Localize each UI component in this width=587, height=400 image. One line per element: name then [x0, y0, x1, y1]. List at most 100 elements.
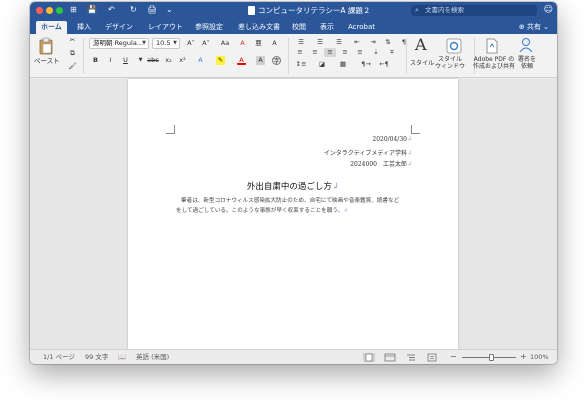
font-size-select[interactable]: 10.5 ▼ [152, 38, 180, 49]
highlight-icon[interactable]: ✎ [216, 56, 225, 65]
ltr-icon[interactable]: ¶→ [360, 60, 372, 69]
save-icon[interactable]: 💾 [87, 5, 97, 15]
bullets-icon[interactable]: ☰ [294, 38, 308, 47]
bold-icon[interactable]: B [91, 56, 100, 65]
tab-references[interactable]: 参照設定 [190, 21, 228, 34]
search-icon: ⌕ [415, 6, 419, 14]
numbering-icon[interactable]: ☰ [313, 38, 327, 47]
zoom-in-button[interactable]: + [520, 352, 527, 361]
clear-formatting-icon[interactable]: A [238, 39, 247, 48]
align-center-icon[interactable]: ≡ [309, 48, 321, 57]
styles-button-label[interactable]: スタイル [410, 60, 434, 67]
decrease-indent-icon[interactable]: ⇤ [351, 38, 363, 47]
change-case-icon[interactable]: Aa [218, 39, 232, 48]
borders-icon[interactable]: ▦ [336, 60, 350, 69]
character-border-icon[interactable]: A [270, 39, 279, 48]
phonetic-guide-icon[interactable]: 亜 [254, 39, 263, 48]
adobe-pdf-icon[interactable] [485, 38, 499, 54]
line-spacing-icon[interactable]: ↕≡ [294, 60, 308, 69]
show-marks-icon[interactable]: ¶ [398, 38, 410, 47]
tab-mailings[interactable]: 差し込み文書 [233, 21, 285, 34]
undo-icon[interactable]: ↶ [108, 5, 115, 15]
outline-view-icon[interactable] [405, 353, 417, 362]
title-bar: ⊞ 💾 ↶ ↻ 🖨 ⌄ コンピュータリテラシーA 課題２ ⌕ 文書内を検索 ☺ [30, 2, 557, 19]
sidebar-toggle-icon[interactable]: ⊞ [70, 5, 77, 15]
request-signature-label[interactable]: 署名を 依頼 [518, 56, 536, 70]
document-department: インタラクティブメディア学科↲ [323, 150, 412, 157]
maximize-window-button[interactable] [56, 7, 63, 14]
tab-view[interactable]: 表示 [315, 21, 339, 34]
redo-icon[interactable]: ↻ [130, 5, 137, 15]
align-right-icon[interactable]: ≡ [324, 48, 336, 57]
asian-layout-icon[interactable]: ⌗ [386, 48, 398, 57]
zoom-level[interactable]: 100% [530, 353, 549, 362]
tab-insert[interactable]: 挿入 [72, 21, 96, 34]
strikethrough-icon[interactable]: abc [146, 56, 160, 65]
chevron-down-icon[interactable]: ▼ [136, 56, 145, 65]
close-window-button[interactable] [36, 7, 43, 14]
grow-font-icon[interactable]: A˄ [185, 39, 197, 48]
zoom-slider-thumb[interactable] [488, 354, 494, 361]
subscript-icon[interactable]: x₂ [164, 56, 173, 65]
align-left-icon[interactable]: ≡ [294, 48, 306, 57]
increase-indent-icon[interactable]: ⇥ [367, 38, 379, 47]
proofing-icon[interactable]: 📖 [118, 353, 126, 362]
word-count[interactable]: 99 文字 [85, 353, 108, 362]
zoom-slider[interactable] [462, 354, 516, 361]
web-layout-view-icon[interactable] [384, 353, 396, 362]
status-bar: 1/1 ページ 99 文字 📖 英語 (米国) − + 100% [30, 349, 557, 364]
tab-layout[interactable]: レイアウト [143, 21, 188, 34]
font-name-select[interactable]: 游明朝 Regula... ▼ [89, 38, 149, 49]
tab-design[interactable]: デザイン [100, 21, 138, 34]
tab-home[interactable]: ホーム [36, 21, 67, 34]
shading-icon[interactable]: ◪ [315, 60, 329, 69]
enclosed-character-icon[interactable]: 字 [272, 56, 281, 65]
paste-button-label[interactable]: ペースト [34, 57, 60, 66]
print-layout-view-icon[interactable] [363, 353, 375, 362]
document-icon [248, 6, 255, 15]
cut-icon[interactable]: ✂ [68, 36, 77, 45]
minimize-window-button[interactable] [46, 7, 53, 14]
search-input[interactable]: ⌕ 文書内を検索 [411, 5, 537, 16]
character-shading-icon[interactable]: A [256, 56, 265, 65]
ribbon-home: ペースト ✂ ⧉ 🖌 游明朝 Regula... ▼ 10.5 ▼ A˄ A˅ Aa… [30, 34, 557, 78]
page-count[interactable]: 1/1 ページ [43, 353, 75, 362]
request-signature-icon[interactable] [518, 37, 534, 54]
underline-icon[interactable]: U [121, 56, 130, 65]
customize-toolbar-icon[interactable]: ⌄ [166, 5, 173, 15]
body-paragraph-line-1: 筆者は、新型コロナウィルス感染拡大防止のため、自宅にて映画や音楽鑑賞、読書など [181, 198, 400, 204]
document-page[interactable]: 2020/04/30↲ インタラクティブメディア学科↲ 2024000 工芸太郎… [128, 79, 458, 349]
zoom-out-button[interactable]: − [450, 352, 457, 361]
share-button[interactable]: ⊕ 共有 ⌄ [519, 21, 549, 34]
margin-corner-mark [411, 125, 420, 134]
tab-acrobat[interactable]: Acrobat [343, 21, 380, 34]
print-icon[interactable]: 🖨 [147, 5, 157, 15]
text-direction-icon[interactable]: ⇣ [370, 48, 382, 57]
tab-review[interactable]: 校閲 [287, 21, 311, 34]
text-effects-icon[interactable]: A [196, 56, 205, 65]
language-indicator[interactable]: 英語 (米国) [136, 353, 169, 362]
rtl-icon[interactable]: ←¶ [378, 60, 390, 69]
styles-pane-label[interactable]: スタイル ウィンドウ [435, 56, 465, 70]
font-color-icon[interactable]: A [237, 56, 246, 65]
distributed-icon[interactable]: ≡ [354, 48, 366, 57]
feedback-smiley-icon[interactable]: ☺ [544, 5, 553, 15]
justify-icon[interactable]: ≡ [339, 48, 351, 57]
search-placeholder: 文書内を検索 [425, 6, 464, 14]
multilevel-list-icon[interactable]: ☰ [332, 38, 346, 47]
document-author: 2024000 工芸太郎↲ [350, 161, 412, 168]
focus-view-icon[interactable] [426, 353, 438, 362]
italic-icon[interactable]: I [106, 56, 115, 65]
styles-gallery-icon[interactable]: A [415, 36, 427, 54]
word-window: ⊞ 💾 ↶ ↻ 🖨 ⌄ コンピュータリテラシーA 課題２ ⌕ 文書内を検索 ☺ … [30, 2, 557, 364]
document-canvas[interactable]: 2020/04/30↲ インタラクティブメディア学科↲ 2024000 工芸太郎… [30, 79, 557, 349]
styles-pane-icon[interactable] [446, 38, 462, 54]
format-painter-icon[interactable]: 🖌 [68, 62, 77, 71]
adobe-pdf-label[interactable]: Adobe PDF の 作成および共有 [473, 56, 515, 70]
copy-icon[interactable]: ⧉ [68, 49, 77, 58]
shrink-font-icon[interactable]: A˅ [200, 39, 212, 48]
superscript-icon[interactable]: x² [178, 56, 187, 65]
ribbon-tab-bar: ホーム 挿入 デザイン レイアウト 参照設定 差し込み文書 校閲 表示 Acro… [30, 19, 557, 34]
sort-icon[interactable]: ⇅ [382, 38, 394, 47]
paste-icon[interactable] [38, 37, 54, 55]
